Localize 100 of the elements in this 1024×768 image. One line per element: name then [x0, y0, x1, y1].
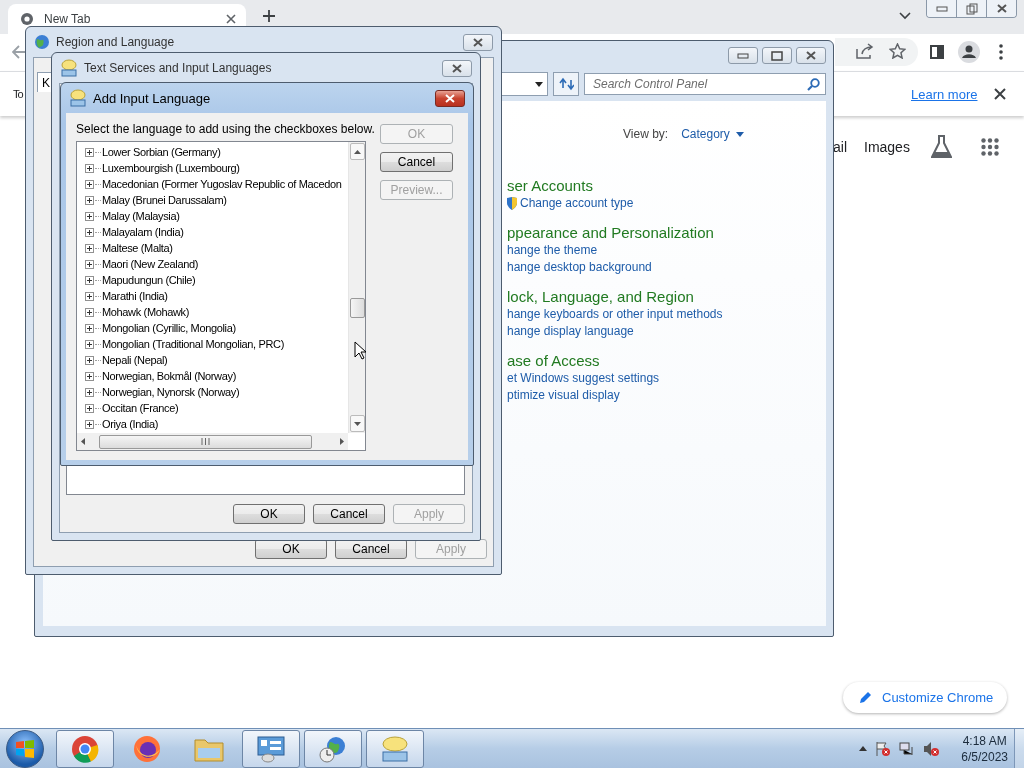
- language-item[interactable]: Mongolian (Traditional Mongolian, PRC): [102, 338, 284, 350]
- category-heading[interactable]: ppearance and Personalization: [507, 224, 826, 242]
- language-item[interactable]: Mongolian (Cyrillic, Mongolia): [102, 322, 236, 334]
- minimize-button[interactable]: [728, 47, 758, 64]
- dialog-button[interactable]: Cancel: [380, 152, 453, 172]
- expand-icon[interactable]: [85, 419, 94, 429]
- clock[interactable]: 4:18 AM 6/5/2023: [961, 732, 1008, 765]
- expand-icon[interactable]: [85, 339, 94, 349]
- category-heading[interactable]: ser Accounts: [507, 177, 826, 195]
- category-link[interactable]: hange the theme: [507, 242, 826, 259]
- category-heading[interactable]: ase of Access: [507, 352, 826, 370]
- restore-button[interactable]: [956, 0, 986, 17]
- expand-icon[interactable]: [85, 179, 94, 189]
- language-item[interactable]: Lower Sorbian (Germany): [102, 146, 221, 158]
- scroll-thumb[interactable]: [99, 434, 312, 449]
- view-by-dropdown[interactable]: Category: [681, 127, 744, 141]
- close-button[interactable]: [986, 0, 1016, 17]
- side-panel-icon: [930, 45, 944, 59]
- language-item[interactable]: Occitan (France): [102, 402, 179, 414]
- close-button[interactable]: [796, 47, 826, 64]
- maximize-button[interactable]: [762, 47, 792, 64]
- category-link[interactable]: hange display language: [507, 323, 826, 340]
- refresh-icon: [558, 77, 574, 91]
- avatar-icon: [958, 41, 980, 63]
- language-item[interactable]: Mohawk (Mohawk): [102, 306, 190, 318]
- customize-chrome-button[interactable]: Customize Chrome: [843, 682, 1008, 713]
- scroll-thumb[interactable]: [349, 298, 365, 318]
- expand-icon[interactable]: [85, 163, 94, 173]
- language-item[interactable]: Malay (Brunei Darussalam): [102, 194, 227, 206]
- caret-icon: [735, 131, 744, 137]
- horizontal-scrollbar[interactable]: [77, 433, 348, 450]
- refresh-button[interactable]: [553, 72, 579, 96]
- address-bar[interactable]: [835, 38, 918, 66]
- expand-icon[interactable]: [85, 371, 94, 381]
- language-item[interactable]: Malay (Malaysia): [102, 210, 180, 222]
- expand-icon[interactable]: [85, 323, 94, 333]
- minimize-icon: [737, 52, 749, 59]
- language-item[interactable]: Norwegian, Bokmål (Norway): [102, 370, 236, 382]
- language-item[interactable]: Maori (New Zealand): [102, 258, 199, 270]
- category-link[interactable]: ptimize visual display: [507, 387, 826, 404]
- share-icon: [856, 43, 874, 59]
- close-button[interactable]: [442, 59, 472, 77]
- language-item[interactable]: Oriya (India): [102, 418, 158, 430]
- expand-icon[interactable]: [85, 243, 94, 253]
- expand-icon[interactable]: [85, 211, 94, 221]
- close-icon: [994, 88, 1006, 100]
- dialog-button[interactable]: Cancel: [313, 504, 385, 524]
- expand-icon[interactable]: [85, 259, 94, 269]
- close-icon: [996, 4, 1007, 13]
- language-item[interactable]: Malayalam (India): [102, 226, 184, 238]
- close-icon: [473, 37, 483, 47]
- network-icon: [899, 740, 916, 757]
- language-item[interactable]: Maltese (Malta): [102, 242, 173, 254]
- category-link[interactable]: hange desktop background: [507, 259, 826, 276]
- language-item[interactable]: Mapudungun (Chile): [102, 274, 196, 286]
- language-item[interactable]: Marathi (India): [102, 290, 168, 302]
- language-item[interactable]: Luxembourgish (Luxembourg): [102, 162, 240, 174]
- expand-icon[interactable]: [85, 195, 94, 205]
- category-link[interactable]: et Windows suggest settings: [507, 370, 826, 387]
- language-item[interactable]: Macedonian (Former Yugoslav Republic of Macedon: [102, 178, 342, 190]
- language-item[interactable]: Norwegian, Nynorsk (Norway): [102, 386, 240, 398]
- category-link[interactable]: hange keyboards or other input methods: [507, 306, 826, 323]
- search-field[interactable]: Search Control Panel: [584, 73, 826, 95]
- show-desktop-button[interactable]: [1014, 729, 1024, 768]
- category-heading[interactable]: lock, Language, and Region: [507, 288, 826, 306]
- instruction-text: Select the language to add using the checkboxes below.: [76, 122, 376, 136]
- windows-logo-icon: [15, 739, 35, 758]
- category-link[interactable]: Change account type: [520, 195, 634, 212]
- globe-icon: [34, 34, 50, 50]
- learn-more-link[interactable]: Learn more: [911, 87, 978, 102]
- menu-icon: [999, 44, 1003, 60]
- dialog-button[interactable]: OK: [233, 504, 305, 524]
- vertical-scrollbar[interactable]: [348, 142, 365, 433]
- taskbar-button[interactable]: [366, 729, 424, 768]
- plus-icon: [262, 9, 276, 23]
- expand-icon[interactable]: [85, 147, 94, 157]
- close-button[interactable]: [435, 89, 465, 107]
- close-icon: [445, 93, 455, 103]
- left-arrow-icon: [81, 438, 85, 445]
- shortcut-link[interactable]: ail: [833, 139, 847, 155]
- expand-icon[interactable]: [85, 403, 94, 413]
- dialog-button[interactable]: Cancel: [335, 539, 407, 559]
- expand-icon[interactable]: [85, 387, 94, 397]
- close-button[interactable]: [463, 33, 493, 51]
- shortcut-link[interactable]: Images: [864, 139, 910, 155]
- language-item[interactable]: Nepali (Nepal): [102, 354, 168, 366]
- expand-icon[interactable]: [85, 355, 94, 365]
- caret-icon: [535, 81, 543, 87]
- start-button[interactable]: [6, 729, 44, 768]
- keyboard-speech-icon: [380, 734, 410, 763]
- expand-icon[interactable]: [85, 291, 94, 301]
- pencil-icon: [859, 691, 872, 704]
- taskbar-button[interactable]: [304, 729, 362, 768]
- expand-icon[interactable]: [85, 275, 94, 285]
- taskbar-button[interactable]: [242, 729, 300, 768]
- expand-icon[interactable]: [85, 227, 94, 237]
- expand-icon[interactable]: [85, 307, 94, 317]
- right-arrow-icon: [340, 438, 344, 445]
- taskbar-button[interactable]: [56, 729, 114, 768]
- dialog-button[interactable]: OK: [255, 539, 327, 559]
